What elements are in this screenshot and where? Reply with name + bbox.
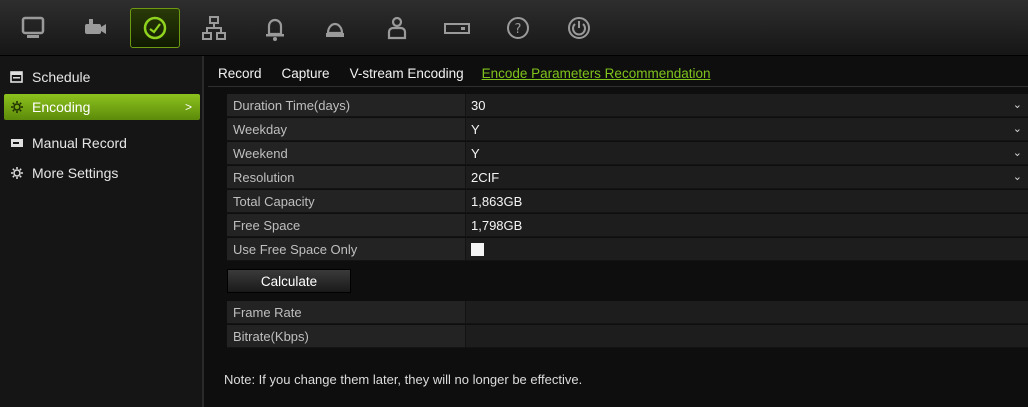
tab-divider bbox=[208, 86, 1028, 87]
schedule-icon bbox=[10, 70, 24, 84]
use-free-space-cell bbox=[466, 238, 1028, 261]
field-label: Use Free Space Only bbox=[227, 238, 466, 261]
field-label: Weekday bbox=[227, 118, 466, 141]
field-value: Y bbox=[471, 122, 480, 137]
svg-text:?: ? bbox=[515, 22, 522, 37]
manual-record-icon bbox=[10, 136, 24, 150]
form-row-free-space: Free Space 1,798GB bbox=[227, 214, 1028, 237]
camera-icon[interactable] bbox=[69, 8, 119, 48]
field-label: Frame Rate bbox=[227, 301, 466, 324]
field-label: Bitrate(Kbps) bbox=[227, 325, 466, 348]
form-row-resolution: Resolution 2CIF ⌄ bbox=[227, 166, 1028, 189]
power-icon[interactable] bbox=[554, 8, 604, 48]
sidebar-item-manual-record[interactable]: Manual Record bbox=[4, 130, 200, 156]
tab-record[interactable]: Record bbox=[218, 66, 262, 81]
field-label: Free Space bbox=[227, 214, 466, 237]
field-value: 2CIF bbox=[471, 170, 500, 185]
sidebar-item-encoding[interactable]: Encoding > bbox=[4, 94, 200, 120]
hdd-icon[interactable] bbox=[432, 8, 482, 48]
record-clock-icon[interactable] bbox=[130, 8, 180, 48]
monitor-icon[interactable] bbox=[8, 8, 58, 48]
chevron-down-icon: ⌄ bbox=[1012, 99, 1022, 111]
sidebar-item-schedule[interactable]: Schedule bbox=[4, 64, 200, 90]
content-tabs: Record Capture V-stream Encoding Encode … bbox=[218, 62, 731, 84]
field-label: Duration Time(days) bbox=[227, 94, 466, 117]
form-row-duration: Duration Time(days) 30 ⌄ bbox=[227, 94, 1028, 117]
tab-v-stream-encoding[interactable]: V-stream Encoding bbox=[350, 66, 464, 81]
note-text: Note: If you change them later, they wil… bbox=[224, 372, 583, 387]
frame-rate-value bbox=[466, 301, 1028, 324]
encoding-icon bbox=[10, 100, 24, 114]
weekend-select[interactable]: Y ⌄ bbox=[466, 142, 1028, 165]
free-space-value: 1,798GB bbox=[466, 214, 1028, 237]
total-capacity-value: 1,863GB bbox=[466, 190, 1028, 213]
alarm-bell-icon[interactable] bbox=[250, 8, 300, 48]
chevron-right-icon: > bbox=[184, 100, 192, 114]
field-value: Y bbox=[471, 146, 480, 161]
form-row-total-capacity: Total Capacity 1,863GB bbox=[227, 190, 1028, 213]
form-row-weekday: Weekday Y ⌄ bbox=[227, 118, 1028, 141]
sidebar-item-label: Encoding bbox=[32, 99, 91, 115]
settings-icon bbox=[10, 166, 24, 180]
sidebar-item-label: Manual Record bbox=[32, 135, 127, 151]
resolution-select[interactable]: 2CIF ⌄ bbox=[466, 166, 1028, 189]
sidebar: Schedule Encoding > Manual Record More S… bbox=[0, 56, 204, 407]
form-row-frame-rate: Frame Rate bbox=[227, 301, 1028, 324]
duration-select[interactable]: 30 ⌄ bbox=[466, 94, 1028, 117]
device-icon[interactable] bbox=[310, 8, 360, 48]
form-row-use-free-space: Use Free Space Only bbox=[227, 238, 1028, 261]
weekday-select[interactable]: Y ⌄ bbox=[466, 118, 1028, 141]
chevron-down-icon: ⌄ bbox=[1012, 171, 1022, 183]
network-icon[interactable] bbox=[189, 8, 239, 48]
chevron-down-icon: ⌄ bbox=[1012, 123, 1022, 135]
field-value: 30 bbox=[471, 98, 486, 113]
user-icon[interactable] bbox=[372, 8, 422, 48]
chevron-down-icon: ⌄ bbox=[1012, 147, 1022, 159]
calculate-button[interactable]: Calculate bbox=[227, 269, 351, 293]
tab-encode-parameters-recommendation[interactable]: Encode Parameters Recommendation bbox=[482, 66, 711, 81]
field-label: Total Capacity bbox=[227, 190, 466, 213]
field-label: Resolution bbox=[227, 166, 466, 189]
sidebar-item-more-settings[interactable]: More Settings bbox=[4, 160, 200, 186]
use-free-space-checkbox[interactable] bbox=[471, 243, 484, 256]
top-toolbar: ? bbox=[0, 0, 1028, 56]
help-icon[interactable]: ? bbox=[493, 8, 543, 48]
sidebar-item-label: Schedule bbox=[32, 69, 91, 85]
form-row-bitrate: Bitrate(Kbps) bbox=[227, 325, 1028, 348]
field-label: Weekend bbox=[227, 142, 466, 165]
tab-capture[interactable]: Capture bbox=[282, 66, 330, 81]
bitrate-value bbox=[466, 325, 1028, 348]
form-row-weekend: Weekend Y ⌄ bbox=[227, 142, 1028, 165]
sidebar-item-label: More Settings bbox=[32, 165, 119, 181]
